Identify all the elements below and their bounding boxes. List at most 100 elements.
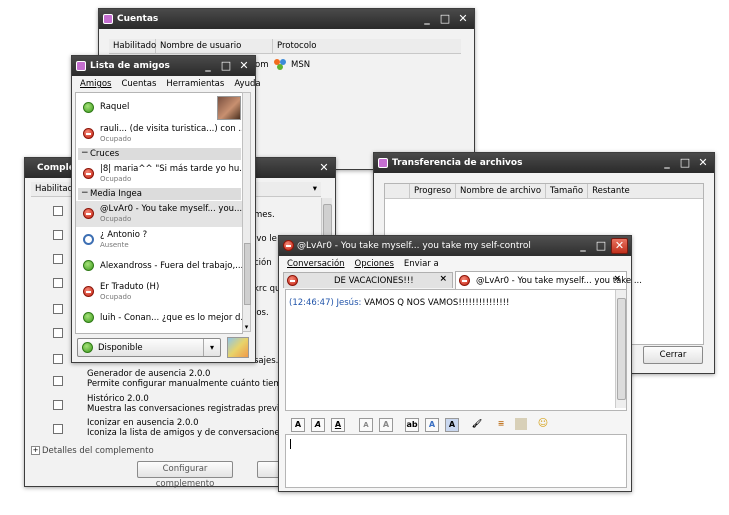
chat-title-bar[interactable]: @LvAr0 - You take myself... you take my … xyxy=(279,236,631,256)
bold-icon[interactable]: A xyxy=(291,418,305,432)
group-header-media-ingea[interactable]: Media Ingea xyxy=(78,187,241,200)
expander-icon[interactable]: + xyxy=(31,446,40,455)
italic-icon[interactable]: A xyxy=(311,418,325,432)
plugin-details-label[interactable]: Detalles del complemento xyxy=(42,446,154,456)
buddy-title-bar[interactable]: Lista de amigos _ □ ✕ xyxy=(72,56,255,76)
configure-plugin-button[interactable]: Configurar complemento xyxy=(137,461,233,489)
insert-image-icon[interactable] xyxy=(515,418,527,430)
plugin-checkbox[interactable] xyxy=(53,400,63,410)
minimize-button[interactable]: _ xyxy=(200,58,216,73)
minimize-button[interactable]: _ xyxy=(419,11,435,26)
status-selector[interactable]: Disponible ▾ xyxy=(77,338,221,357)
accounts-table-header: Habilitado Nombre de usuario Protocolo xyxy=(109,39,461,54)
scroll-down-icon[interactable]: ▾ xyxy=(243,323,250,331)
transfer-close-button[interactable]: Cerrar xyxy=(643,346,703,364)
chat-scrollbar[interactable] xyxy=(615,290,626,408)
chat-tab[interactable]: DE VACACIONES!!! × xyxy=(283,272,453,288)
message-input[interactable] xyxy=(285,434,627,488)
pidgin-app-icon xyxy=(76,61,86,71)
col-progreso[interactable]: Progreso xyxy=(410,184,457,198)
maximize-button[interactable]: □ xyxy=(593,238,609,253)
font-size-decrease-icon[interactable]: A xyxy=(359,418,373,432)
buddy-row[interactable]: luih - Conan... ¿que es lo mejor d... xyxy=(76,305,242,331)
insert-link-icon[interactable]: ≡ xyxy=(495,418,507,430)
smiley-icon[interactable]: ☺ xyxy=(537,418,549,430)
buddy-row[interactable]: ¿ Antonio ? Ausente xyxy=(76,227,242,253)
close-button[interactable]: ✕ xyxy=(236,58,252,73)
plugin-checkbox[interactable] xyxy=(53,376,63,386)
background-color-icon[interactable]: A xyxy=(445,418,459,432)
col-protocol[interactable]: Protocolo xyxy=(273,39,441,53)
busy-status-icon xyxy=(83,168,94,179)
buddy-scroll-thumb[interactable] xyxy=(244,243,251,305)
busy-status-icon xyxy=(459,275,470,286)
clear-formatting-icon[interactable]: 🖌 xyxy=(471,418,483,430)
chat-tab-active[interactable]: @LvAr0 - You take myself... you take ...… xyxy=(455,271,642,289)
chat-scroll-thumb[interactable] xyxy=(617,298,626,400)
col-restante[interactable]: Restante xyxy=(588,184,634,198)
col-habilitado[interactable]: Habilitado xyxy=(31,182,78,196)
transfer-title-bar[interactable]: Transferencia de archivos _ □ ✕ xyxy=(374,153,714,173)
close-button[interactable]: ✕ xyxy=(611,238,628,254)
maximize-button[interactable]: □ xyxy=(677,155,693,170)
format-toolbar: A A A A A ab A A 🖌 ≡ ☺ xyxy=(285,416,625,434)
close-tab-icon[interactable]: × xyxy=(613,274,621,284)
plugin-name: Histórico 2.0.0 xyxy=(87,394,149,404)
buddy-row[interactable]: rauli... (de visita turistica...) con ..… xyxy=(76,121,242,147)
plugin-checkbox[interactable] xyxy=(53,354,63,364)
close-tab-icon[interactable]: × xyxy=(439,274,447,284)
plugin-checkbox[interactable] xyxy=(53,304,63,314)
underline-icon[interactable]: A xyxy=(331,418,345,432)
col-habilitado[interactable]: Habilitado xyxy=(109,39,156,53)
chat-window: @LvAr0 - You take myself... you take my … xyxy=(278,235,642,492)
menu-herramientas[interactable]: Herramientas xyxy=(166,77,224,91)
online-status-icon xyxy=(83,260,94,271)
col-tamano[interactable]: Tamaño xyxy=(546,184,589,198)
buddy-name: Alexandross - Fuera del trabajo,... xyxy=(100,261,243,271)
font-size-increase-icon[interactable]: A xyxy=(379,418,393,432)
plugin-checkbox[interactable] xyxy=(53,278,63,288)
buddy-avatar xyxy=(217,96,241,120)
buddy-icon-button[interactable] xyxy=(227,337,249,358)
plugin-checkbox[interactable] xyxy=(53,424,63,434)
buddy-row[interactable]: Alexandross - Fuera del trabajo,... xyxy=(76,253,242,279)
status-selector-label: Disponible xyxy=(98,343,143,353)
menu-cuentas[interactable]: Cuentas xyxy=(121,77,156,91)
buddy-name: @LvAr0 - You take myself... you... xyxy=(100,204,243,214)
minimize-button[interactable]: _ xyxy=(575,238,591,253)
group-header-cruces[interactable]: Cruces xyxy=(78,147,241,160)
menu-amigos[interactable]: Amigos xyxy=(80,77,111,91)
menu-ayuda[interactable]: Ayuda xyxy=(234,77,260,91)
col-sort-arrow[interactable]: ▾ xyxy=(309,182,321,196)
buddy-scrollbar[interactable]: ▾ xyxy=(242,92,251,332)
buddy-row-raquel[interactable]: Raquel xyxy=(76,93,242,121)
accounts-title-bar[interactable]: Cuentas _ □ ✕ xyxy=(99,9,474,29)
chevron-down-icon[interactable]: ▾ xyxy=(203,339,220,356)
maximize-button[interactable]: □ xyxy=(437,11,453,26)
buddy-row[interactable]: Er Traduto (H) Ocupado xyxy=(76,279,242,305)
plugin-checkbox[interactable] xyxy=(53,230,63,240)
font-face-icon[interactable]: ab xyxy=(405,418,419,432)
account-protocol: MSN xyxy=(291,60,311,70)
maximize-button[interactable]: □ xyxy=(218,58,234,73)
buddy-row[interactable]: |8| maria^^ "Si más tarde yo hu... Ocupa… xyxy=(76,161,242,187)
foreground-color-icon[interactable]: A xyxy=(425,418,439,432)
col-nombre-archivo[interactable]: Nombre de archivo xyxy=(456,184,547,198)
minimize-button[interactable]: _ xyxy=(659,155,675,170)
buddy-status-text: Ausente xyxy=(100,241,129,249)
plugin-checkbox[interactable] xyxy=(53,206,63,216)
menu-opciones[interactable]: Opciones xyxy=(355,257,394,271)
close-button[interactable]: ✕ xyxy=(695,155,711,170)
close-button[interactable]: ✕ xyxy=(316,160,332,175)
busy-status-icon xyxy=(283,240,294,251)
menu-enviar-a[interactable]: Enviar a xyxy=(404,257,439,271)
col-username[interactable]: Nombre de usuario xyxy=(156,39,273,53)
menu-conversacion[interactable]: Conversación xyxy=(287,257,345,271)
plugin-checkbox[interactable] xyxy=(53,328,63,338)
chat-tab-label: DE VACACIONES!!! xyxy=(334,276,414,286)
transfer-title: Transferencia de archivos xyxy=(392,158,523,168)
close-button[interactable]: ✕ xyxy=(455,11,471,26)
plugin-checkbox[interactable] xyxy=(53,254,63,264)
buddy-row-selected[interactable]: @LvAr0 - You take myself... you... Ocupa… xyxy=(76,201,242,227)
plugin-desc-fragment: sajes. xyxy=(254,356,279,366)
